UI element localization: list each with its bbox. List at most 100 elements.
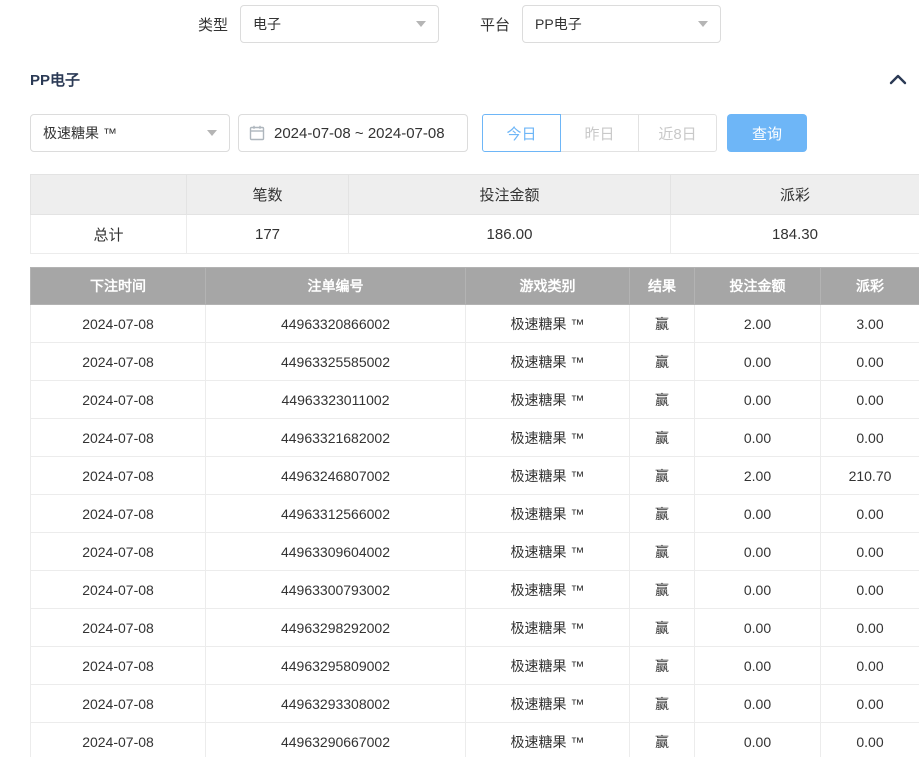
section-title: PP电子 [30,69,80,90]
table-cell: 0.00 [695,419,821,457]
table-cell: 赢 [630,343,695,381]
table-cell: 0.00 [821,685,919,723]
chevron-up-icon [889,74,907,86]
page: 类型 电子 平台 PP电子 PP电子 极速糖果 ™ [0,0,919,757]
date-range-value: 2024-07-08 ~ 2024-07-08 [274,125,445,142]
table-row: 2024-07-0844963295809002极速糖果 ™赢0.000.00 [31,647,919,685]
table-cell: 0.00 [821,495,919,533]
table-cell: 2024-07-08 [31,457,206,495]
table-cell: 0.00 [821,571,919,609]
table-row: 2024-07-0844963312566002极速糖果 ™赢0.000.00 [31,495,919,533]
summary-header-count: 笔数 [187,175,349,215]
calendar-icon [249,125,265,141]
records-table: 下注时间注单编号游戏类别结果投注金额派彩 2024-07-08449633208… [30,267,919,757]
table-cell: 极速糖果 ™ [466,571,630,609]
type-label: 类型 [198,14,228,35]
table-cell: 0.00 [821,609,919,647]
table-cell: 2024-07-08 [31,571,206,609]
table-cell: 3.00 [821,305,919,343]
table-cell: 44963246807002 [206,457,466,495]
table-cell: 赢 [630,419,695,457]
table-cell: 2024-07-08 [31,419,206,457]
table-cell: 赢 [630,381,695,419]
game-select-value: 极速糖果 ™ [43,123,117,143]
table-cell: 2.00 [695,305,821,343]
table-cell: 赢 [630,723,695,757]
type-select[interactable]: 电子 [240,5,439,43]
records-tbody: 2024-07-0844963320866002极速糖果 ™赢2.003.002… [31,305,919,757]
table-cell: 2024-07-08 [31,723,206,757]
table-cell: 44963300793002 [206,571,466,609]
table-cell: 极速糖果 ™ [466,609,630,647]
table-cell: 44963321682002 [206,419,466,457]
summary-table: 笔数 投注金额 派彩 总计 177 186.00 184.30 [30,174,919,254]
table-row: 2024-07-0844963309604002极速糖果 ™赢0.000.00 [31,533,919,571]
table-cell: 赢 [630,457,695,495]
quick-button-yesterday[interactable]: 昨日 [560,114,639,152]
table-cell: 赢 [630,609,695,647]
chevron-down-icon [207,130,217,136]
table-cell: 44963312566002 [206,495,466,533]
table-cell: 极速糖果 ™ [466,647,630,685]
table-row: 2024-07-0844963298292002极速糖果 ™赢0.000.00 [31,609,919,647]
records-column-header: 派彩 [821,268,919,305]
top-filter-bar: 类型 电子 平台 PP电子 [0,0,919,43]
table-cell: 44963309604002 [206,533,466,571]
records-column-header: 游戏类别 [466,268,630,305]
summary-header-empty [31,175,187,215]
table-cell: 极速糖果 ™ [466,457,630,495]
table-cell: 极速糖果 ™ [466,343,630,381]
table-cell: 赢 [630,305,695,343]
table-cell: 赢 [630,685,695,723]
date-range-input[interactable]: 2024-07-08 ~ 2024-07-08 [238,114,468,152]
quick-button-group: 今日昨日近8日 [482,114,717,152]
table-cell: 44963325585002 [206,343,466,381]
table-cell: 赢 [630,571,695,609]
table-cell: 0.00 [821,419,919,457]
quick-button-last-8-days[interactable]: 近8日 [638,114,717,152]
table-cell: 0.00 [821,343,919,381]
table-cell: 0.00 [695,685,821,723]
collapse-section-button[interactable] [887,72,909,88]
table-cell: 0.00 [821,723,919,757]
table-cell: 极速糖果 ™ [466,685,630,723]
section-header: PP电子 [0,69,919,90]
type-select-value: 电子 [253,14,281,34]
platform-field: 平台 PP电子 [480,5,721,43]
table-cell: 0.00 [695,533,821,571]
platform-select[interactable]: PP电子 [522,5,721,43]
table-cell: 44963295809002 [206,647,466,685]
table-cell: 赢 [630,647,695,685]
table-cell: 44963298292002 [206,609,466,647]
search-button[interactable]: 查询 [727,114,807,152]
table-cell: 0.00 [695,495,821,533]
summary-total-label: 总计 [31,215,187,254]
table-cell: 2024-07-08 [31,343,206,381]
platform-select-value: PP电子 [535,14,582,34]
table-cell: 44963320866002 [206,305,466,343]
filter-row: 极速糖果 ™ 2024-07-08 ~ 2024-07-08 今日昨日近8日 查… [0,114,919,152]
table-row: 2024-07-0844963246807002极速糖果 ™赢2.00210.7… [31,457,919,495]
table-row: 2024-07-0844963290667002极速糖果 ™赢0.000.00 [31,723,919,757]
table-cell: 2024-07-08 [31,609,206,647]
table-row: 2024-07-0844963293308002极速糖果 ™赢0.000.00 [31,685,919,723]
summary-total-count: 177 [187,215,349,254]
type-field: 类型 电子 [198,5,439,43]
table-cell: 2.00 [695,457,821,495]
table-cell: 极速糖果 ™ [466,495,630,533]
table-cell: 0.00 [821,381,919,419]
records-column-header: 结果 [630,268,695,305]
summary-header-bet-amount: 投注金额 [349,175,671,215]
table-cell: 极速糖果 ™ [466,305,630,343]
game-select[interactable]: 极速糖果 ™ [30,114,230,152]
table-row: 2024-07-0844963300793002极速糖果 ™赢0.000.00 [31,571,919,609]
summary-total-bet-amount: 186.00 [349,215,671,254]
table-cell: 2024-07-08 [31,381,206,419]
table-cell: 2024-07-08 [31,685,206,723]
quick-button-today[interactable]: 今日 [482,114,561,152]
table-cell: 极速糖果 ™ [466,533,630,571]
table-cell: 极速糖果 ™ [466,381,630,419]
records-column-header: 下注时间 [31,268,206,305]
records-header-row: 下注时间注单编号游戏类别结果投注金额派彩 [31,268,919,305]
table-cell: 0.00 [821,647,919,685]
